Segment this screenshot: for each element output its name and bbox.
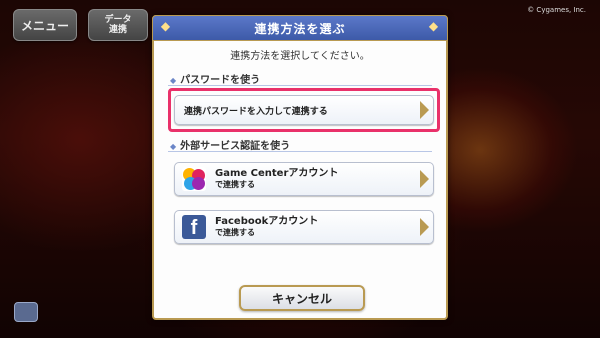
cancel-button-label: キャンセル: [271, 291, 332, 306]
facebook-icon: f: [182, 215, 206, 239]
data-link-label-line2: 連携: [108, 25, 127, 35]
section-divider: [168, 151, 432, 152]
dialog-title: 連携方法を選ぶ: [254, 21, 346, 36]
section-password-heading: ◆ パスワードを使う: [170, 71, 260, 86]
arrow-right-icon: [420, 101, 429, 119]
arrow-right-icon: [420, 170, 429, 188]
gamecenter-label-line2: で連携する: [215, 180, 255, 189]
dialog-title-bar: ◆ 連携方法を選ぶ ◆: [152, 15, 448, 41]
copyright-text: © Cygames, Inc.: [527, 6, 586, 14]
data-link-label-line1: データ: [104, 15, 132, 25]
diamond-icon: ◆: [160, 19, 172, 33]
menu-button-label: メニュー: [20, 18, 69, 33]
gamecenter-label-line1: Game Centerアカウント: [215, 168, 339, 179]
diamond-icon: ◆: [170, 142, 177, 151]
facebook-link-label: Facebookアカウント で連携する: [215, 216, 318, 238]
diamond-icon: ◆: [170, 76, 177, 85]
diamond-icon: ◆: [428, 19, 440, 33]
password-link-label: 連携パスワードを入力して連携する: [184, 106, 328, 117]
link-method-dialog: ◆ 連携方法を選ぶ ◆ 連携方法を選択してください。 ◆ パスワードを使う 連携パ…: [152, 15, 448, 320]
section-divider: [168, 85, 432, 86]
facebook-label-line1: Facebookアカウント: [215, 216, 319, 227]
game-center-icon: [182, 167, 206, 191]
book-icon[interactable]: [14, 302, 38, 322]
arrow-right-icon: [420, 218, 429, 236]
cancel-button[interactable]: キャンセル: [239, 285, 365, 311]
password-link-button[interactable]: 連携パスワードを入力して連携する: [174, 95, 434, 125]
gamecenter-link-label: Game Centerアカウント で連携する: [215, 168, 338, 190]
facebook-link-button[interactable]: f Facebookアカウント で連携する: [174, 210, 434, 244]
data-link-button[interactable]: データ 連携: [88, 9, 148, 41]
section-external-heading: ◆ 外部サービス認証を使う: [170, 137, 290, 152]
menu-button[interactable]: メニュー: [13, 9, 77, 41]
dialog-subtitle: 連携方法を選択してください。: [230, 51, 370, 62]
facebook-label-line2: で連携する: [215, 228, 255, 237]
gamecenter-link-button[interactable]: Game Centerアカウント で連携する: [174, 162, 434, 196]
